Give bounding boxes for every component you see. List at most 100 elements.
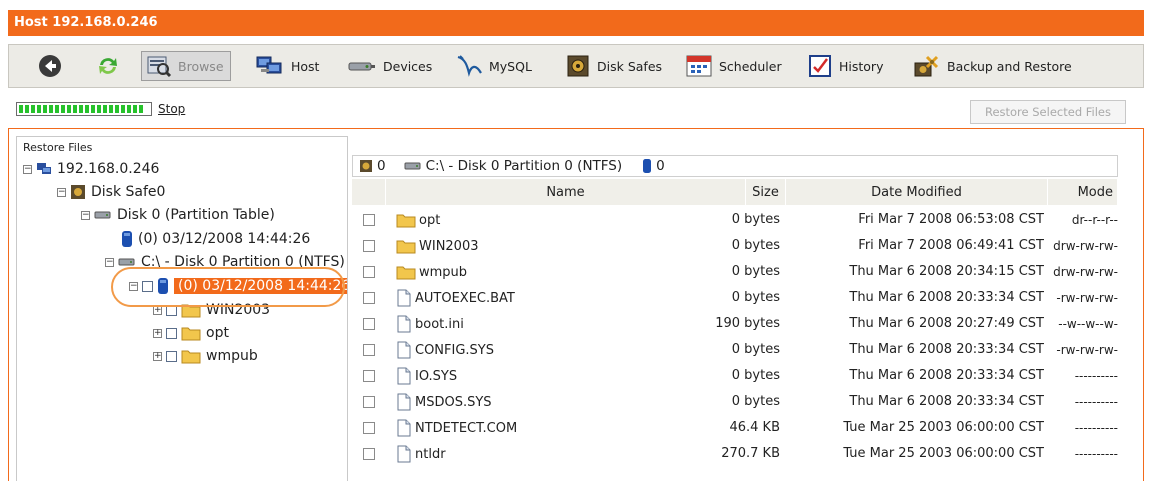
tree-checkbox[interactable] bbox=[166, 327, 177, 339]
file-row-checkbox[interactable] bbox=[363, 266, 375, 278]
file-row[interactable]: AUTOEXEC.BAT 0 bytes Thu Mar 6 2008 20:33:… bbox=[352, 285, 1118, 311]
file-size: 0 bytes bbox=[731, 290, 780, 305]
file-mode: ---------- bbox=[1074, 369, 1118, 383]
file-row-checkbox[interactable] bbox=[363, 448, 375, 460]
file-date-modified: Thu Mar 6 2008 20:33:34 CST bbox=[849, 290, 1044, 305]
file-row[interactable]: CONFIG.SYS 0 bytes Thu Mar 6 2008 20:33:34… bbox=[352, 337, 1118, 363]
file-name-cell: wmpub bbox=[396, 259, 467, 285]
file-row[interactable]: ntldr 270.7 KB Tue Mar 25 2003 06:00:00 CS… bbox=[352, 441, 1118, 467]
tree-toggle[interactable]: − bbox=[81, 210, 90, 220]
file-date-modified: Fri Mar 7 2008 06:49:41 CST bbox=[858, 238, 1044, 253]
browse-label: Browse bbox=[178, 58, 224, 74]
file-icon bbox=[397, 315, 411, 333]
tree-label: C:\ - Disk 0 Partition 0 (NTFS) bbox=[141, 254, 345, 270]
file-icon bbox=[397, 341, 411, 359]
file-mode: dr--r--r-- bbox=[1071, 213, 1118, 227]
tree-toggle[interactable]: + bbox=[153, 351, 162, 361]
file-row-checkbox[interactable] bbox=[363, 370, 375, 382]
disk-safes-label: Disk Safes bbox=[597, 58, 663, 74]
file-row-checkbox[interactable] bbox=[363, 240, 375, 252]
tree-node-recovery-point-selected[interactable]: − (0) 03/12/2008 14:44:26 bbox=[129, 275, 347, 297]
devices-button[interactable]: Devices bbox=[347, 52, 432, 80]
recovery-point-icon bbox=[158, 278, 168, 294]
tree-node-folder-win2003[interactable]: + WIN2003 bbox=[153, 299, 270, 321]
history-button[interactable]: History bbox=[807, 52, 883, 80]
path-disk-safe: 0 bbox=[377, 158, 386, 174]
column-header-date-modified[interactable]: Date Modified bbox=[786, 179, 1048, 205]
file-row[interactable]: NTDETECT.COM 46.4 KB Tue Mar 25 2003 06:00… bbox=[352, 415, 1118, 441]
tree-node-folder-opt[interactable]: + opt bbox=[153, 322, 229, 344]
file-row-checkbox[interactable] bbox=[363, 214, 375, 226]
tree-toggle[interactable]: − bbox=[23, 164, 32, 174]
backup-restore-button[interactable]: Backup and Restore bbox=[913, 52, 1072, 80]
tree-toggle[interactable]: + bbox=[153, 328, 162, 338]
tree-label: Disk Safe0 bbox=[91, 184, 166, 200]
browse-icon bbox=[147, 56, 172, 78]
file-row[interactable]: IO.SYS 0 bytes Thu Mar 6 2008 20:33:34 CST… bbox=[352, 363, 1118, 389]
disk-safe-icon bbox=[360, 160, 372, 172]
file-icon bbox=[397, 393, 411, 411]
column-header-mode[interactable]: Mode bbox=[1048, 179, 1118, 205]
column-header-size[interactable]: Size bbox=[746, 179, 786, 205]
devices-label: Devices bbox=[383, 58, 433, 74]
file-mode: ---------- bbox=[1074, 395, 1118, 409]
tree-node-host[interactable]: − 192.168.0.246 bbox=[23, 158, 159, 180]
browse-button[interactable]: Browse bbox=[141, 51, 231, 81]
tree-toggle[interactable]: − bbox=[129, 281, 138, 291]
column-header-name[interactable]: Name bbox=[386, 179, 746, 205]
folder-icon bbox=[396, 266, 416, 280]
tree-node-disk-safe[interactable]: − Disk Safe0 bbox=[57, 181, 165, 203]
tree-checkbox[interactable] bbox=[166, 304, 177, 316]
file-row-checkbox[interactable] bbox=[363, 344, 375, 356]
file-row[interactable]: opt 0 bytes Fri Mar 7 2008 06:53:08 CST dr-… bbox=[352, 207, 1118, 233]
main-toolbar: Browse Host Devices MySQL Disk Safes Sch… bbox=[8, 44, 1144, 88]
tree-label: wmpub bbox=[206, 348, 258, 364]
mysql-button[interactable]: MySQL bbox=[455, 52, 532, 80]
back-arrow-icon bbox=[39, 55, 61, 77]
file-mode: ---------- bbox=[1074, 447, 1118, 461]
mysql-icon bbox=[457, 55, 482, 77]
folder-icon bbox=[181, 350, 201, 364]
file-name: MSDOS.SYS bbox=[415, 394, 492, 410]
file-row[interactable]: wmpub 0 bytes Thu Mar 6 2008 20:34:15 CST d… bbox=[352, 259, 1118, 285]
file-name-cell: WIN2003 bbox=[396, 233, 479, 259]
tree-node-c-drive[interactable]: − C:\ - Disk 0 Partition 0 (NTFS) bbox=[105, 251, 345, 273]
disk-safes-button[interactable]: Disk Safes bbox=[565, 52, 662, 80]
back-button[interactable] bbox=[37, 52, 69, 80]
folder-icon bbox=[181, 304, 201, 318]
tree-node-disk-partition-table[interactable]: − Disk 0 (Partition Table) bbox=[81, 204, 275, 226]
column-header-select bbox=[352, 179, 386, 205]
file-mode: --w--w--w- bbox=[1058, 317, 1118, 331]
file-list-panel: 0 C:\ - Disk 0 Partition 0 (NTFS) 0 Name… bbox=[352, 155, 1120, 481]
tree-node-folder-wmpub[interactable]: + wmpub bbox=[153, 345, 258, 367]
host-icon bbox=[256, 56, 282, 74]
file-name-cell: ntldr bbox=[396, 441, 446, 467]
file-date-modified: Thu Mar 6 2008 20:33:34 CST bbox=[849, 394, 1044, 409]
file-name: wmpub bbox=[419, 264, 468, 280]
tree-checkbox[interactable] bbox=[142, 280, 153, 292]
file-row-checkbox[interactable] bbox=[363, 318, 375, 330]
refresh-button[interactable] bbox=[95, 52, 127, 80]
tree-toggle[interactable]: − bbox=[105, 257, 114, 267]
scheduler-button[interactable]: Scheduler bbox=[685, 52, 782, 80]
file-row-checkbox[interactable] bbox=[363, 422, 375, 434]
file-mode: drw-rw-rw- bbox=[1053, 239, 1118, 253]
file-row-checkbox[interactable] bbox=[363, 396, 375, 408]
progress-bar-fill bbox=[19, 105, 143, 113]
stop-link[interactable]: Stop bbox=[158, 102, 185, 116]
tree-toggle[interactable]: + bbox=[153, 305, 162, 315]
restore-selected-files-button[interactable]: Restore Selected Files bbox=[970, 100, 1126, 124]
host-button[interactable]: Host bbox=[255, 52, 319, 80]
file-row[interactable]: boot.ini 190 bytes Thu Mar 6 2008 20:27:49… bbox=[352, 311, 1118, 337]
file-row[interactable]: WIN2003 0 bytes Fri Mar 7 2008 06:49:41 CS… bbox=[352, 233, 1118, 259]
tree-node-recovery-point[interactable]: (0) 03/12/2008 14:44:26 bbox=[121, 228, 310, 250]
file-date-modified: Thu Mar 6 2008 20:33:34 CST bbox=[849, 368, 1044, 383]
file-size: 0 bytes bbox=[731, 212, 780, 227]
tree-checkbox[interactable] bbox=[166, 350, 177, 362]
recovery-point-icon bbox=[122, 231, 132, 247]
file-mode: ---------- bbox=[1074, 421, 1118, 435]
tree-toggle[interactable]: − bbox=[57, 187, 66, 197]
file-row[interactable]: MSDOS.SYS 0 bytes Thu Mar 6 2008 20:33:34 … bbox=[352, 389, 1118, 415]
file-row-checkbox[interactable] bbox=[363, 292, 375, 304]
drive-icon bbox=[404, 162, 421, 170]
